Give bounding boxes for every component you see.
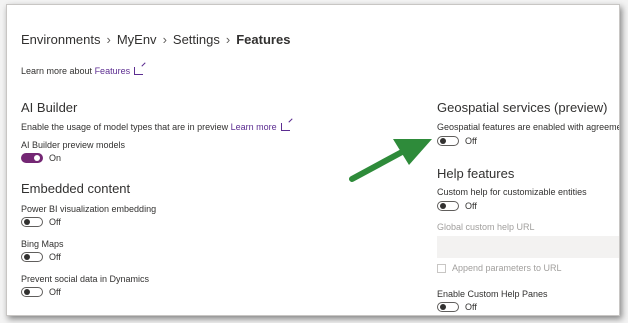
help-features-heading: Help features (437, 166, 515, 181)
breadcrumb-separator: › (225, 32, 231, 47)
custom-help-panes-toggle-row: Off (437, 302, 477, 312)
append-params-row: Append parameters to URL (437, 263, 562, 273)
toggle-state: Off (465, 302, 477, 312)
learn-more-row: Learn more about Features (21, 66, 144, 76)
toggle-state: Off (49, 217, 61, 227)
toggle-knob (24, 254, 30, 260)
geospatial-heading: Geospatial services (preview) (437, 100, 608, 115)
breadcrumb-environments[interactable]: Environments (21, 32, 100, 47)
social-data-toggle[interactable] (21, 287, 43, 297)
ai-builder-heading: AI Builder (21, 100, 78, 115)
external-link-icon (134, 67, 144, 75)
settings-window: Environments › MyEnv › Settings › Featur… (6, 4, 620, 316)
custom-help-toggle[interactable] (437, 201, 459, 211)
ai-builder-preview-label: AI Builder preview models (21, 140, 126, 150)
breadcrumb-settings[interactable]: Settings (173, 32, 220, 47)
toggle-state: Off (465, 201, 477, 211)
ai-builder-description-row: Enable the usage of model types that are… (21, 122, 290, 132)
toggle-knob (440, 138, 446, 144)
features-link[interactable]: Features (95, 66, 131, 76)
social-data-label: Prevent social data in Dynamics (21, 274, 150, 284)
power-bi-toggle[interactable] (21, 217, 43, 227)
breadcrumb: Environments › MyEnv › Settings › Featur… (21, 32, 290, 47)
external-link-icon (280, 123, 290, 131)
toggle-knob (24, 289, 30, 295)
breadcrumb-myenv[interactable]: MyEnv (117, 32, 157, 47)
bing-maps-toggle[interactable] (21, 252, 43, 262)
custom-help-panes-toggle[interactable] (437, 302, 459, 312)
append-params-label: Append parameters to URL (452, 263, 562, 273)
toggle-state: Off (465, 136, 477, 146)
ai-builder-preview-toggle-row: On (21, 153, 61, 163)
ai-builder-preview-toggle[interactable] (21, 153, 43, 163)
breadcrumb-current: Features (236, 32, 291, 47)
power-bi-toggle-row: Off (21, 217, 61, 227)
geospatial-toggle-row: Off (437, 136, 477, 146)
toggle-state: Off (49, 252, 61, 262)
toggle-knob (440, 203, 446, 209)
custom-help-toggle-row: Off (437, 201, 477, 211)
breadcrumb-separator: › (162, 32, 167, 47)
social-data-toggle-row: Off (21, 287, 61, 297)
custom-help-panes-label: Enable Custom Help Panes (437, 289, 548, 299)
ai-builder-description: Enable the usage of model types that are… (21, 122, 229, 132)
append-params-checkbox[interactable] (437, 263, 446, 273)
global-help-url-label: Global custom help URL (437, 222, 535, 232)
toggle-state: On (49, 153, 62, 163)
bing-maps-label: Bing Maps (21, 239, 64, 249)
toggle-knob (24, 219, 30, 225)
custom-help-label: Custom help for customizable entities (437, 187, 587, 197)
toggle-knob (34, 155, 40, 161)
learn-more-link[interactable]: Learn more (231, 122, 277, 132)
power-bi-label: Power BI visualization embedding (21, 204, 157, 214)
global-help-url-input[interactable] (437, 236, 619, 258)
geospatial-description: Geospatial features are enabled with agr… (437, 122, 620, 132)
learn-more-prefix: Learn more about (21, 66, 93, 76)
bing-maps-toggle-row: Off (21, 252, 61, 262)
toggle-knob (440, 304, 446, 310)
breadcrumb-separator: › (106, 32, 111, 47)
toggle-state: Off (49, 287, 61, 297)
geospatial-toggle[interactable] (437, 136, 459, 146)
embedded-content-heading: Embedded content (21, 181, 131, 196)
